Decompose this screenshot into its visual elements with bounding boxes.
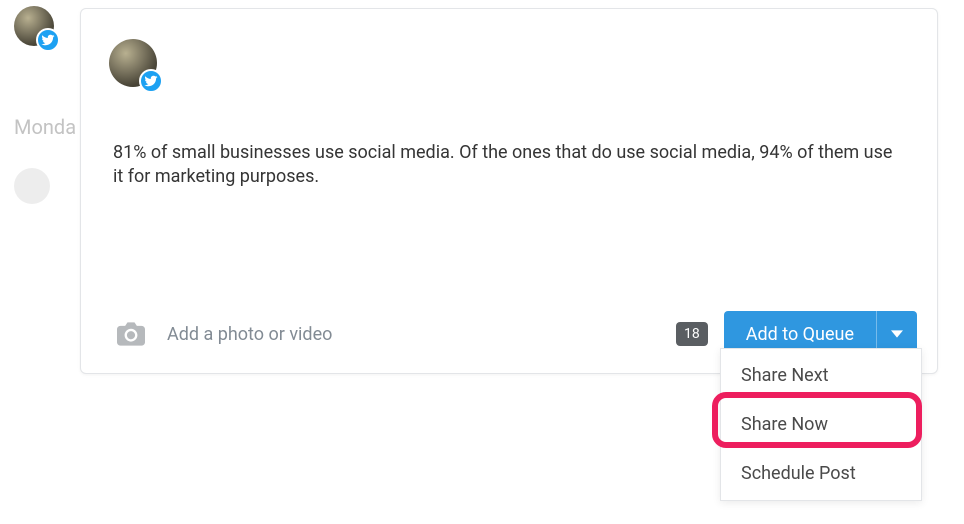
chevron-down-icon	[891, 328, 903, 340]
composer-card: Add a photo or video 18 Add to Queue	[80, 8, 938, 374]
account-avatar-small[interactable]	[14, 6, 54, 46]
compose-textarea[interactable]	[111, 139, 907, 269]
queue-dropdown-menu: Share Next Share Now Schedule Post	[720, 348, 922, 501]
twitter-icon	[139, 69, 163, 93]
menu-item-share-next[interactable]: Share Next	[721, 351, 921, 400]
account-avatar[interactable]	[109, 39, 157, 87]
menu-item-share-now[interactable]: Share Now	[721, 400, 921, 449]
queued-item-placeholder	[14, 168, 50, 204]
twitter-icon	[36, 28, 60, 52]
day-label: Monda	[14, 115, 76, 139]
menu-item-schedule-post[interactable]: Schedule Post	[721, 449, 921, 498]
add-media-hint[interactable]: Add a photo or video	[167, 324, 332, 345]
camera-icon[interactable]	[117, 322, 145, 346]
character-count-badge: 18	[676, 322, 708, 346]
